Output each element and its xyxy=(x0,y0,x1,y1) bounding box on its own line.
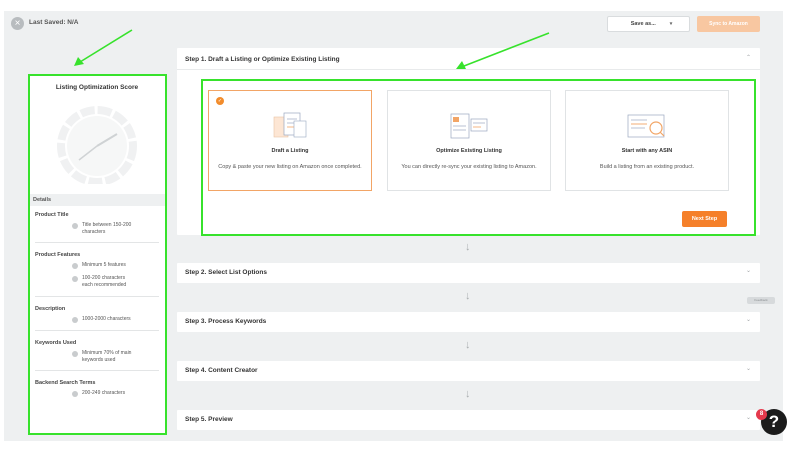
chevron-down-icon: ⌄ xyxy=(745,415,751,421)
chevron-down-icon: ⌄ xyxy=(745,366,751,372)
annotation-arrow-icon xyxy=(74,29,133,66)
save-as-label: Save as... xyxy=(630,21,656,27)
arrow-down-icon: ↓ xyxy=(465,388,471,400)
step-1-header[interactable]: Step 1. Draft a Listing or Optimize Exis… xyxy=(185,56,340,63)
step-2-header: Step 2. Select List Options xyxy=(185,269,267,276)
step-3-panel[interactable]: Step 3. Process Keywords ⌄ xyxy=(177,312,760,332)
arrow-down-icon: ↓ xyxy=(465,339,471,351)
step-3-header: Step 3. Process Keywords xyxy=(185,318,267,325)
annotation-box-step-1-cards xyxy=(201,79,756,236)
chevron-up-icon[interactable]: ⌃ xyxy=(746,54,751,61)
step-4-header: Step 4. Content Creator xyxy=(185,367,258,374)
chevron-down-icon: ⌄ xyxy=(745,268,751,274)
last-saved-label: Last Saved: N/A xyxy=(29,19,79,26)
sync-to-amazon-button[interactable]: Sync to Amazon xyxy=(697,16,760,32)
notification-badge: 8 xyxy=(756,409,767,420)
arrow-down-icon: ↓ xyxy=(465,290,471,302)
close-icon[interactable]: × xyxy=(11,17,24,30)
caret-down-icon: ▾ xyxy=(669,21,673,27)
arrow-down-icon: ↓ xyxy=(465,241,471,253)
step-4-panel[interactable]: Step 4. Content Creator ⌄ xyxy=(177,361,760,381)
annotation-box-score-panel xyxy=(28,74,167,435)
step-2-panel[interactable]: Step 2. Select List Options ⌄ xyxy=(177,263,760,283)
step-5-panel[interactable]: Step 5. Preview ⌄ xyxy=(177,410,760,430)
step-5-header: Step 5. Preview xyxy=(185,416,233,423)
chevron-down-icon: ⌄ xyxy=(745,317,751,323)
save-as-select[interactable]: Save as... ▾ xyxy=(607,16,690,32)
feedback-tab[interactable]: Feedback xyxy=(747,297,775,304)
annotation-arrow-icon xyxy=(456,32,550,69)
